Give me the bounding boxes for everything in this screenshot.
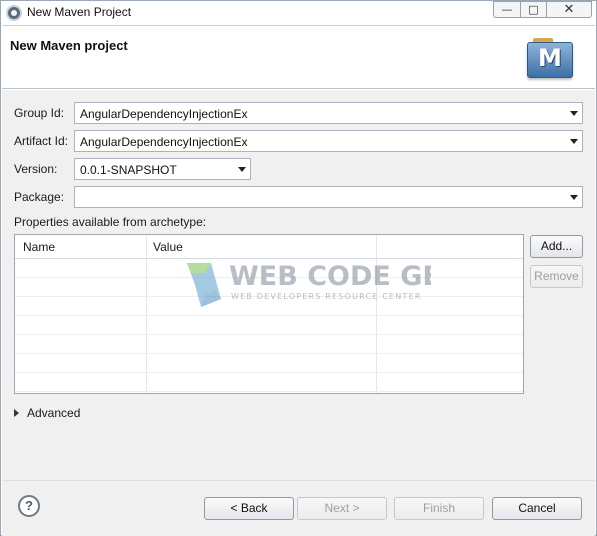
advanced-section-toggle[interactable]: Advanced (14, 406, 80, 420)
watermark-title: WEB CODE GEEKS (229, 261, 431, 292)
chevron-down-icon (570, 139, 578, 144)
package-label: Package: (14, 190, 65, 204)
wizard-header: New Maven project M (2, 25, 595, 89)
chevron-down-icon (570, 195, 578, 200)
next-button[interactable]: Next > (297, 497, 387, 520)
chevron-down-icon (570, 111, 578, 116)
minimize-button[interactable]: — (493, 1, 520, 18)
wizard-body: Group Id: AngularDependencyInjectionEx A… (2, 90, 595, 536)
properties-label: Properties available from archetype: (14, 215, 207, 229)
group-id-label: Group Id: (14, 106, 65, 120)
column-header-value[interactable]: Value (153, 240, 183, 254)
remove-property-button[interactable]: Remove (530, 265, 583, 288)
close-button[interactable]: ✕ (546, 1, 592, 18)
window-title: New Maven Project (27, 5, 132, 19)
maximize-button[interactable]: □ (520, 1, 546, 18)
group-id-combo[interactable]: AngularDependencyInjectionEx (74, 102, 583, 124)
add-property-button[interactable]: Add... (530, 235, 583, 258)
web-code-geeks-watermark: WEB CODE GEEKS WEB DEVELOPERS RESOURCE C… (187, 261, 431, 307)
chevron-down-icon (238, 167, 246, 172)
maven-logo-letter: M (538, 44, 562, 72)
new-maven-project-dialog: New Maven Project — □ ✕ New Maven projec… (0, 0, 597, 536)
table-row[interactable] (15, 373, 523, 392)
footer-divider (2, 480, 595, 481)
maven-logo-icon: M (527, 38, 573, 78)
title-bar: New Maven Project — □ ✕ (1, 1, 596, 25)
expand-triangle-icon (14, 408, 19, 417)
artifact-id-value: AngularDependencyInjectionEx (80, 135, 248, 149)
help-icon[interactable]: ? (18, 495, 40, 517)
cancel-button[interactable]: Cancel (492, 497, 582, 520)
back-button[interactable]: < Back (204, 497, 294, 520)
version-combo[interactable]: 0.0.1-SNAPSHOT (74, 158, 251, 180)
table-row[interactable] (15, 316, 523, 335)
version-value: 0.0.1-SNAPSHOT (80, 163, 177, 177)
group-id-value: AngularDependencyInjectionEx (80, 107, 248, 121)
artifact-id-combo[interactable]: AngularDependencyInjectionEx (74, 130, 583, 152)
table-row[interactable] (15, 354, 523, 373)
advanced-label: Advanced (27, 406, 81, 420)
version-label: Version: (14, 162, 58, 176)
wizard-title: New Maven project (10, 38, 128, 53)
finish-button[interactable]: Finish (394, 497, 484, 520)
eclipse-icon (6, 5, 22, 21)
properties-table[interactable]: Name Value WEB CODE GEEKS WEB DEVELOPERS… (14, 234, 524, 394)
column-header-name[interactable]: Name (23, 240, 55, 254)
artifact-id-label: Artifact Id: (14, 134, 69, 148)
table-row[interactable] (15, 335, 523, 354)
package-combo[interactable] (74, 186, 583, 208)
watermark-subtitle: WEB DEVELOPERS RESOURCE CENTER (231, 292, 422, 301)
